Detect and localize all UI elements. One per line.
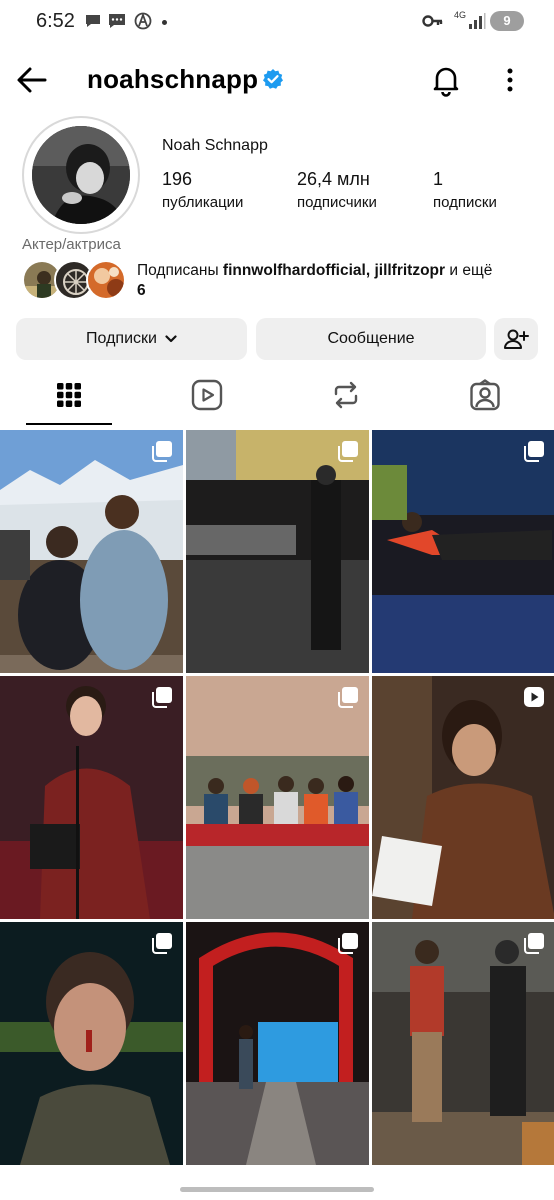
post-thumbnail[interactable] (372, 676, 554, 919)
mutual-followers-text: Подписаны finnwolfhardofficial, jillfrit… (137, 261, 537, 301)
chevron-down-icon (165, 335, 177, 343)
status-bar: 6:52 4G 9 (0, 0, 554, 44)
notifications-bell-icon[interactable] (428, 62, 464, 98)
reposts-icon (334, 381, 358, 409)
carousel-icon (338, 441, 358, 462)
post-thumbnail[interactable] (372, 430, 554, 673)
following-label: подписки (433, 194, 497, 211)
carousel-icon (338, 687, 358, 708)
mutual-count: 6 (137, 282, 146, 299)
back-arrow-icon[interactable] (14, 62, 50, 98)
followers-count: 26,4 млн (297, 169, 370, 189)
following-count: 1 (433, 169, 444, 189)
followers-count-stat[interactable]: 26,4 млн подписчики (297, 169, 377, 211)
status-time: 6:52 (36, 10, 75, 32)
add-person-icon (504, 329, 529, 349)
carousel-icon (524, 933, 544, 954)
message-button-label: Сообщение (327, 330, 415, 347)
battery-level: 9 (490, 11, 524, 31)
mutual-avatar-3 (86, 260, 126, 300)
mutual-accounts: finnwolfhardofficial, jillfritzopr (222, 262, 446, 279)
post-thumbnail[interactable] (372, 922, 554, 1165)
carousel-icon (338, 933, 358, 954)
mutual-followers[interactable]: Подписаны finnwolfhardofficial, jillfrit… (22, 258, 542, 302)
chat-notification-icon (86, 15, 100, 27)
tab-tagged[interactable] (440, 366, 530, 424)
profile-full-name: Noah Schnapp (162, 137, 268, 154)
following-count-stat[interactable]: 1 подписки (433, 169, 497, 211)
app-notification-icon (134, 12, 152, 30)
message-notification-icon (109, 14, 125, 28)
tagged-icon (470, 379, 500, 411)
home-indicator[interactable] (180, 1187, 374, 1192)
grid-icon (57, 383, 81, 407)
avatar-photo (32, 126, 130, 224)
post-thumbnail[interactable] (0, 922, 183, 1165)
reels-icon (191, 379, 223, 411)
carousel-icon (152, 933, 172, 954)
more-options-icon[interactable] (494, 62, 526, 98)
tab-posts-grid[interactable] (24, 366, 114, 424)
post-thumbnail[interactable] (0, 676, 183, 919)
carousel-icon (152, 687, 172, 708)
post-thumbnail[interactable] (186, 676, 369, 919)
carousel-icon (152, 441, 172, 462)
tab-reposts[interactable] (301, 366, 391, 424)
message-button[interactable]: Сообщение (256, 318, 486, 360)
profile-category: Актер/актриса (22, 236, 121, 253)
profile-username: noahschnapp (87, 64, 259, 94)
network-type: 4G (453, 10, 466, 20)
mutual-suffix: и ещё (445, 262, 493, 279)
vpn-key-icon (422, 15, 443, 27)
following-button-label: Подписки (86, 330, 157, 347)
post-thumbnail[interactable] (186, 922, 369, 1165)
profile-tabs (0, 366, 554, 426)
posts-label: публикации (162, 194, 244, 211)
mutual-prefix: Подписаны (137, 262, 223, 279)
posts-count-stat[interactable]: 196 публикации (162, 169, 243, 211)
signal-icon (469, 13, 486, 29)
tab-reels[interactable] (162, 366, 252, 424)
profile-avatar[interactable] (22, 116, 140, 234)
active-tab-indicator (26, 423, 112, 425)
verified-badge-icon (263, 69, 283, 89)
post-thumbnail[interactable] (186, 430, 369, 673)
followers-label: подписчики (297, 194, 377, 211)
posts-count: 196 (162, 169, 193, 189)
suggested-users-button[interactable] (494, 318, 538, 360)
profile-header: noahschnapp (0, 52, 554, 108)
carousel-icon (524, 441, 544, 462)
reel-icon (524, 687, 544, 707)
post-thumbnail[interactable] (0, 430, 183, 673)
following-dropdown-button[interactable]: Подписки (16, 318, 247, 360)
more-notifications-dot (162, 20, 167, 25)
